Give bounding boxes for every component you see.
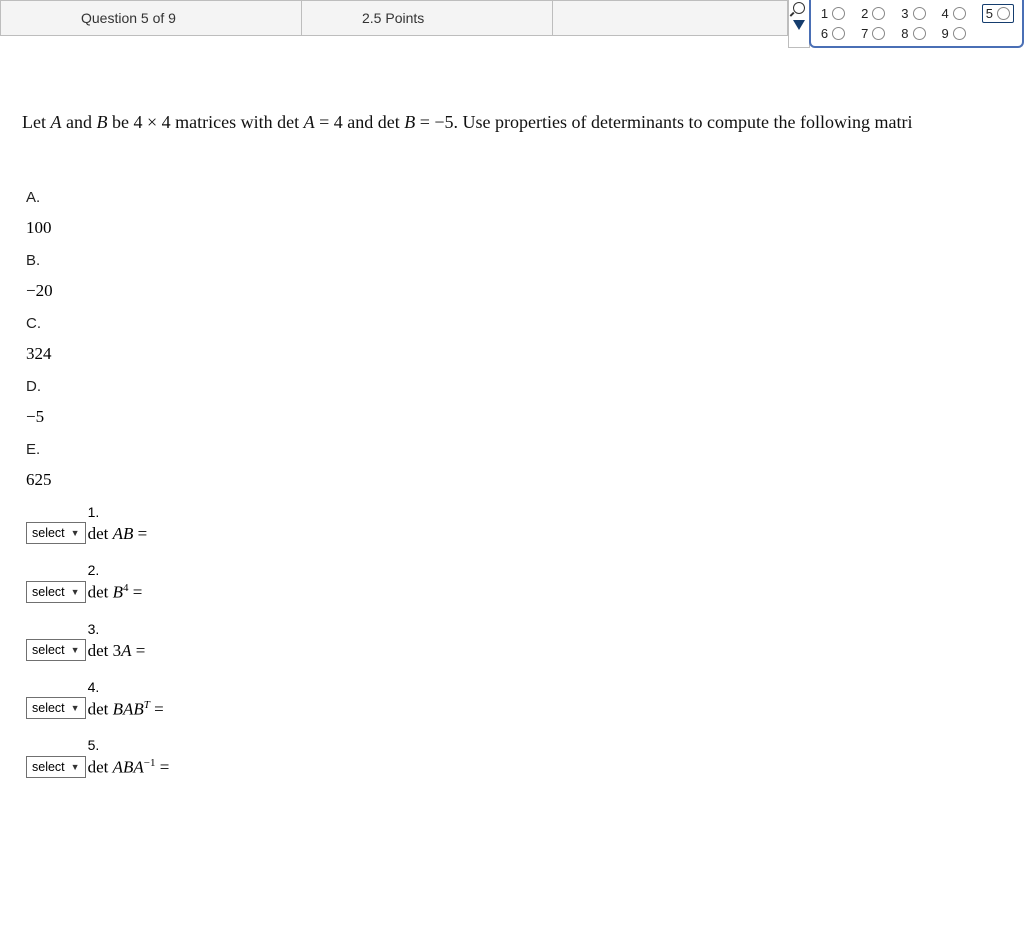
nav-item-1[interactable]: 1 xyxy=(821,4,845,23)
chevron-down-icon: ▼ xyxy=(71,587,80,597)
nav-item-4[interactable]: 4 xyxy=(942,4,966,23)
radio-icon xyxy=(832,7,845,20)
match-row-1: select ▼ 1. det AB = xyxy=(26,504,1002,544)
nav-row: 1 2 3 4 5 xyxy=(821,4,1014,23)
match-row-5: select ▼ 5. det ABA−1 = xyxy=(26,737,1002,778)
top-area: Question 5 of 9 2.5 Points 1 2 3 4 5 6 7… xyxy=(0,0,1024,48)
nav-row: 6 7 8 9 xyxy=(821,26,1014,41)
match-select-5[interactable]: select ▼ xyxy=(26,756,86,778)
match-row-3: select ▼ 3. det 3A = xyxy=(26,621,1002,661)
nav-item-9[interactable]: 9 xyxy=(942,26,966,41)
answer-value: 625 xyxy=(26,470,1002,490)
question-navigation-panel: 1 2 3 4 5 6 7 8 9 xyxy=(809,0,1024,48)
answer-label: A. xyxy=(26,189,1002,206)
answer-label: C. xyxy=(26,315,1002,332)
select-label: select xyxy=(32,526,65,540)
nav-item-3[interactable]: 3 xyxy=(901,4,925,23)
answer-option-d: D. −5 xyxy=(26,378,1002,427)
match-select-4[interactable]: select ▼ xyxy=(26,697,86,719)
select-label: select xyxy=(32,760,65,774)
answer-value: −20 xyxy=(26,281,1002,301)
radio-icon xyxy=(953,27,966,40)
match-text: 2. det B4 = xyxy=(88,562,143,603)
answer-value: −5 xyxy=(26,407,1002,427)
radio-icon xyxy=(913,27,926,40)
nav-item-6[interactable]: 6 xyxy=(821,26,845,41)
answer-option-e: E. 625 xyxy=(26,441,1002,490)
match-text: 1. det AB = xyxy=(88,504,148,544)
nav-item-8[interactable]: 8 xyxy=(901,26,925,41)
answer-value: 324 xyxy=(26,344,1002,364)
match-text: 3. det 3A = xyxy=(88,621,146,661)
nav-item-7[interactable]: 7 xyxy=(861,26,885,41)
header-separator xyxy=(552,1,553,35)
answer-label: B. xyxy=(26,252,1002,269)
chevron-down-icon: ▼ xyxy=(71,762,80,772)
match-select-3[interactable]: select ▼ xyxy=(26,639,86,661)
match-select-1[interactable]: select ▼ xyxy=(26,522,86,544)
answer-label: E. xyxy=(26,441,1002,458)
search-icon xyxy=(793,2,805,14)
chevron-down-icon: ▼ xyxy=(71,528,80,538)
matching-section: select▼ 1. det AB = select▼ 2. det B4 = … xyxy=(26,504,1002,778)
radio-icon xyxy=(872,27,885,40)
radio-icon xyxy=(953,7,966,20)
radio-icon xyxy=(913,7,926,20)
nav-item-2[interactable]: 2 xyxy=(861,4,885,23)
nav-collapse-tab[interactable] xyxy=(788,0,810,48)
question-header: Question 5 of 9 2.5 Points xyxy=(0,0,788,36)
answer-option-a: A. 100 xyxy=(26,189,1002,238)
answer-label: D. xyxy=(26,378,1002,395)
select-label: select xyxy=(32,643,65,657)
radio-icon xyxy=(997,7,1010,20)
match-text: 4. det BABT = xyxy=(88,679,164,720)
radio-icon xyxy=(832,27,845,40)
chevron-down-icon: ▼ xyxy=(71,703,80,713)
match-row-2: select ▼ 2. det B4 = xyxy=(26,562,1002,603)
radio-icon xyxy=(872,7,885,20)
answer-option-b: B. −20 xyxy=(26,252,1002,301)
question-prompt: Let A and B be 4 × 4 matrices with det A… xyxy=(22,112,1002,133)
question-content: Let A and B be 4 × 4 matrices with det A… xyxy=(0,48,1024,836)
chevron-down-icon: ▼ xyxy=(71,645,80,655)
answer-options: A. 100 B. −20 C. 324 D. −5 E. 625 xyxy=(26,189,1002,490)
expand-tab-icon xyxy=(793,20,805,30)
nav-item-5-selected[interactable]: 5 xyxy=(982,4,1014,23)
match-text: 5. det ABA−1 = xyxy=(88,737,170,778)
answer-option-c: C. 324 xyxy=(26,315,1002,364)
points-label: 2.5 Points xyxy=(302,10,552,26)
select-label: select xyxy=(32,585,65,599)
match-row-4: select ▼ 4. det BABT = xyxy=(26,679,1002,720)
question-number-label: Question 5 of 9 xyxy=(1,10,301,26)
answer-value: 100 xyxy=(26,218,1002,238)
match-select-2[interactable]: select ▼ xyxy=(26,581,86,603)
select-label: select xyxy=(32,701,65,715)
